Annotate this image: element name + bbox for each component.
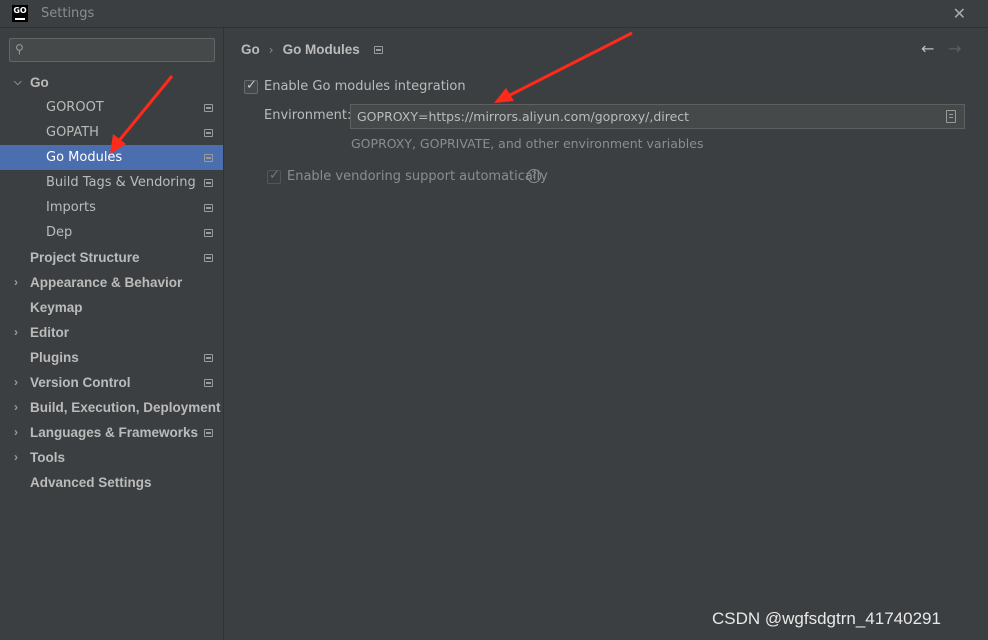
project-settings-icon — [204, 379, 213, 387]
sidebar-item-label: Dep — [46, 225, 73, 240]
close-icon[interactable]: ✕ — [953, 4, 966, 23]
sidebar-item-label: Go — [30, 75, 49, 90]
sidebar-item-label: Editor — [30, 325, 69, 340]
enable-go-modules-label[interactable]: Enable Go modules integration — [264, 79, 466, 94]
help-icon[interactable]: ? — [527, 169, 541, 183]
checkmark-icon: ✓ — [246, 78, 257, 93]
sidebar-item-label: Version Control — [30, 375, 131, 390]
sidebar-item-label: Appearance & Behavior — [30, 275, 183, 290]
breadcrumb-current: Go Modules — [282, 42, 360, 57]
chevron-right-icon[interactable]: › — [14, 420, 18, 445]
sidebar-item-appearance-behavior[interactable]: › Appearance & Behavior — [0, 270, 223, 295]
project-settings-icon — [204, 254, 213, 262]
sidebar-item-goroot[interactable]: GOROOT — [0, 95, 223, 120]
sidebar-item-project-structure[interactable]: Project Structure — [0, 245, 223, 270]
environment-field[interactable]: GOPROXY=https://mirrors.aliyun.com/gopro… — [350, 104, 965, 129]
sidebar-item-label: Build, Execution, Deployment — [30, 400, 221, 415]
project-settings-icon — [373, 45, 383, 54]
environment-hint: GOPROXY, GOPRIVATE, and other environmen… — [351, 136, 704, 151]
sidebar-item-label: Advanced Settings — [30, 475, 152, 490]
sidebar-item-label: Languages & Frameworks — [30, 425, 199, 440]
breadcrumb-root[interactable]: Go — [241, 42, 260, 57]
sidebar-item-keymap[interactable]: Keymap — [0, 295, 223, 320]
sidebar-item-build-tags-vendoring[interactable]: Build Tags & Vendoring — [0, 170, 223, 195]
sidebar-item-plugins[interactable]: Plugins — [0, 345, 223, 370]
project-settings-icon — [204, 154, 213, 162]
project-settings-icon — [204, 204, 213, 212]
sidebar-item-label: Project Structure — [30, 250, 140, 265]
sidebar-item-label: GOROOT — [46, 100, 104, 115]
project-settings-icon — [204, 179, 213, 187]
sidebar-item-imports[interactable]: Imports — [0, 195, 223, 220]
watermark: CSDN @wgfsdgtrn_41740291 — [712, 609, 941, 628]
project-settings-icon — [204, 129, 213, 137]
chevron-right-icon[interactable]: › — [14, 270, 18, 295]
sidebar-item-tools[interactable]: › Tools — [0, 445, 223, 470]
sidebar-item-editor[interactable]: › Editor — [0, 320, 223, 345]
settings-search[interactable]: ⚲ — [9, 38, 215, 62]
sidebar-item-build-execution-deployment[interactable]: › Build, Execution, Deployment — [0, 395, 223, 420]
enable-vendoring-checkbox[interactable]: ✓ — [267, 168, 281, 184]
sidebar-item-languages-frameworks[interactable]: › Languages & Frameworks — [0, 420, 223, 445]
checkmark-icon: ✓ — [269, 168, 280, 183]
edit-environment-icon[interactable] — [946, 110, 956, 123]
enable-vendoring-label[interactable]: Enable vendoring support automatically — [287, 169, 548, 184]
sidebar-item-label: Keymap — [30, 300, 83, 315]
chevron-right-icon[interactable]: › — [14, 395, 18, 420]
chevron-right-icon[interactable]: › — [14, 445, 18, 470]
settings-sidebar: ⚲ ⌵ Go GOROOT GOPATH Go Modules Build Tags & … — [0, 28, 223, 640]
sidebar-item-dep[interactable]: Dep — [0, 220, 223, 245]
search-input[interactable] — [34, 41, 210, 59]
sidebar-item-gopath[interactable]: GOPATH — [0, 120, 223, 145]
sidebar-item-label: Tools — [30, 450, 65, 465]
chevron-right-icon[interactable]: › — [14, 370, 18, 395]
project-settings-icon — [204, 229, 213, 237]
chevron-right-icon[interactable]: › — [14, 320, 18, 345]
sidebar-item-label: Plugins — [30, 350, 79, 365]
breadcrumb: Go › Go Modules — [241, 42, 383, 57]
forward-arrow-icon[interactable]: → — [948, 39, 961, 58]
sidebar-item-go[interactable]: ⌵ Go — [0, 70, 223, 95]
settings-tree: ⌵ Go GOROOT GOPATH Go Modules Build Tags & Ve… — [0, 70, 223, 495]
sidebar-item-label: GOPATH — [46, 125, 99, 140]
sidebar-item-version-control[interactable]: › Version Control — [0, 370, 223, 395]
window-title: Settings — [41, 6, 95, 21]
sidebar-item-label: Build Tags & Vendoring — [46, 175, 196, 190]
enable-go-modules-checkbox[interactable]: ✓ — [244, 78, 258, 94]
search-icon: ⚲ — [15, 42, 24, 56]
sidebar-item-label: Go Modules — [46, 150, 123, 165]
environment-value[interactable]: GOPROXY=https://mirrors.aliyun.com/gopro… — [357, 109, 689, 124]
breadcrumb-separator: › — [268, 42, 274, 57]
goland-logo-icon: GO — [12, 5, 28, 22]
chevron-down-icon[interactable]: ⌵ — [14, 70, 22, 95]
sidebar-item-label: Imports — [46, 200, 96, 215]
project-settings-icon — [204, 104, 213, 112]
sidebar-item-advanced-settings[interactable]: Advanced Settings — [0, 470, 223, 495]
back-arrow-icon[interactable]: ← — [921, 39, 934, 58]
environment-label: Environment: — [264, 108, 352, 123]
settings-content: Go › Go Modules ← → ✓ Enable Go modules … — [223, 28, 988, 640]
project-settings-icon — [204, 429, 213, 437]
project-settings-icon — [204, 354, 213, 362]
sidebar-item-go-modules[interactable]: Go Modules — [0, 145, 223, 170]
title-bar: GO Settings ✕ — [0, 0, 988, 28]
